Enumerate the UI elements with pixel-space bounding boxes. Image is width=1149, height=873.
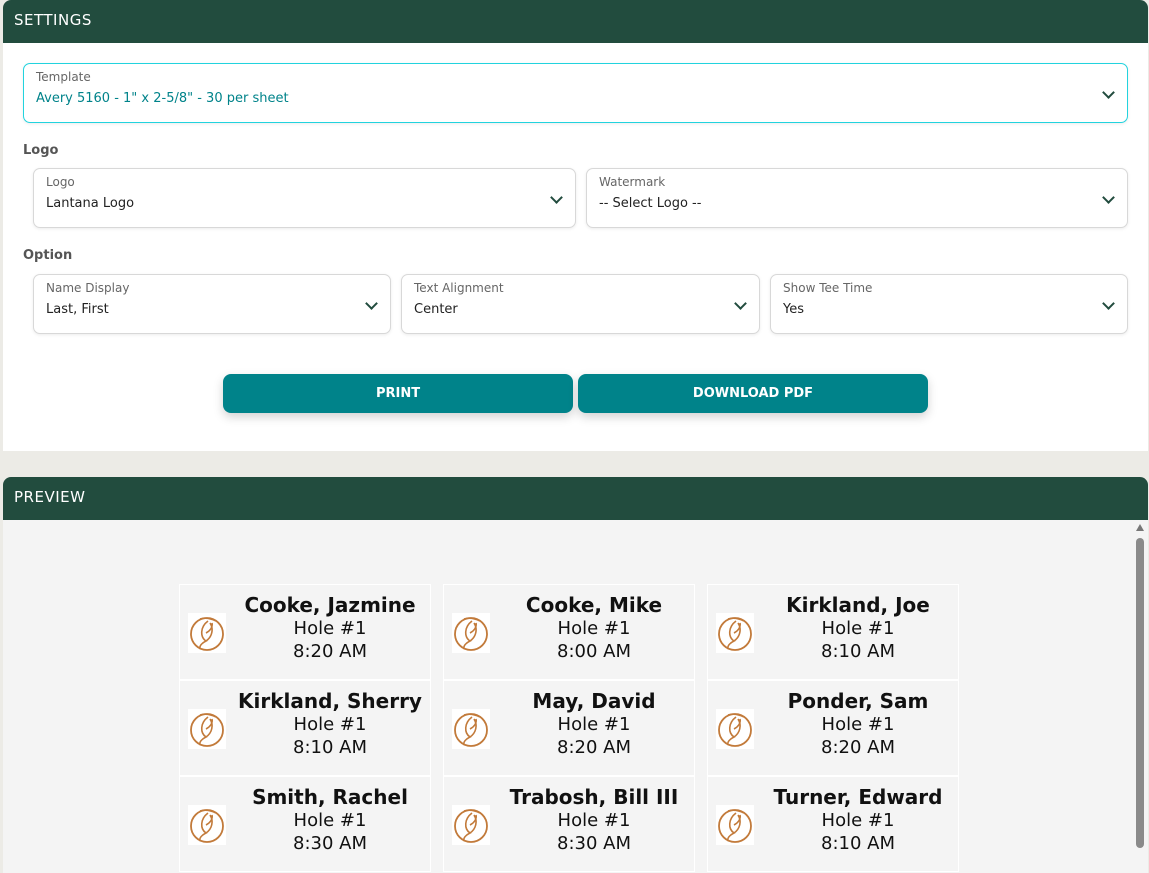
hole: Hole #1 (293, 618, 367, 639)
option-section-heading: Option (23, 248, 73, 263)
address-label: Cooke, Jazmine Hole #1 8:20 AM (179, 584, 431, 680)
tee-time: 8:10 AM (821, 833, 895, 854)
player-name: Ponder, Sam (787, 689, 929, 713)
player-name: May, David (532, 689, 656, 713)
template-label: Template (36, 70, 91, 84)
watermark-select[interactable]: Watermark -- Select Logo -- (586, 168, 1128, 228)
preview-title: PREVIEW (14, 488, 86, 506)
tee-time: 8:20 AM (557, 737, 631, 758)
preview-panel: Cooke, Jazmine Hole #1 8:20 AM Cooke, Mike H… (3, 520, 1148, 873)
settings-title: SETTINGS (14, 11, 92, 29)
label-text: Turner, Edward Hole #1 8:10 AM (758, 785, 958, 855)
tee-time: 8:20 AM (293, 641, 367, 662)
preview-header: PREVIEW (3, 477, 1148, 520)
address-label: Turner, Edward Hole #1 8:10 AM (707, 776, 959, 872)
address-label: May, David Hole #1 8:20 AM (443, 680, 695, 776)
tee-time: 8:10 AM (821, 641, 895, 662)
template-select[interactable]: Template Avery 5160 - 1" x 2-5/8" - 30 p… (23, 63, 1128, 123)
player-name: Kirkland, Sherry (238, 689, 422, 713)
watermark-label: Watermark (599, 175, 666, 189)
text-alignment-select[interactable]: Text Alignment Center (401, 274, 760, 334)
label-text: Smith, Rachel Hole #1 8:30 AM (230, 785, 430, 855)
hole: Hole #1 (821, 810, 895, 831)
logo-section-heading: Logo (23, 143, 59, 158)
lantana-logo-icon (188, 613, 226, 653)
lantana-logo-icon (452, 709, 490, 749)
label-text: Cooke, Mike Hole #1 8:00 AM (494, 593, 694, 663)
tee-time: 8:10 AM (293, 737, 367, 758)
address-label: Kirkland, Joe Hole #1 8:10 AM (707, 584, 959, 680)
text-alignment-label: Text Alignment (414, 281, 504, 295)
player-name: Cooke, Jazmine (244, 593, 416, 617)
label-text: Kirkland, Sherry Hole #1 8:10 AM (230, 689, 430, 759)
hole: Hole #1 (293, 714, 367, 735)
settings-panel: Template Avery 5160 - 1" x 2-5/8" - 30 p… (3, 43, 1148, 451)
hole: Hole #1 (557, 618, 631, 639)
name-display-value: Last, First (46, 302, 109, 317)
label-text: Kirkland, Joe Hole #1 8:10 AM (758, 593, 958, 663)
label-grid: Cooke, Jazmine Hole #1 8:20 AM Cooke, Mike H… (179, 584, 959, 872)
scrollbar-thumb[interactable] (1136, 538, 1144, 848)
settings-header: SETTINGS (3, 0, 1148, 43)
tee-time: 8:30 AM (293, 833, 367, 854)
address-label: Ponder, Sam Hole #1 8:20 AM (707, 680, 959, 776)
player-name: Kirkland, Joe (786, 593, 930, 617)
address-label: Trabosh, Bill III Hole #1 8:30 AM (443, 776, 695, 872)
tee-time: 8:00 AM (557, 641, 631, 662)
show-tee-time-select[interactable]: Show Tee Time Yes (770, 274, 1128, 334)
show-tee-time-label: Show Tee Time (783, 281, 873, 295)
hole: Hole #1 (557, 810, 631, 831)
download-pdf-button[interactable]: DOWNLOAD PDF (578, 374, 928, 413)
logo-label: Logo (46, 175, 75, 189)
label-text: Trabosh, Bill III Hole #1 8:30 AM (494, 785, 694, 855)
logo-select[interactable]: Logo Lantana Logo (33, 168, 576, 228)
scroll-up-arrow[interactable] (1136, 524, 1144, 531)
lantana-logo-icon (188, 709, 226, 749)
lantana-logo-icon (452, 805, 490, 845)
player-name: Smith, Rachel (252, 785, 408, 809)
name-display-select[interactable]: Name Display Last, First (33, 274, 391, 334)
hole: Hole #1 (557, 714, 631, 735)
player-name: Turner, Edward (773, 785, 943, 809)
lantana-logo-icon (716, 805, 754, 845)
label-text: Ponder, Sam Hole #1 8:20 AM (758, 689, 958, 759)
label-text: May, David Hole #1 8:20 AM (494, 689, 694, 759)
hole: Hole #1 (821, 618, 895, 639)
player-name: Trabosh, Bill III (509, 785, 679, 809)
lantana-logo-icon (452, 613, 490, 653)
address-label: Cooke, Mike Hole #1 8:00 AM (443, 584, 695, 680)
watermark-value: -- Select Logo -- (599, 196, 702, 211)
lantana-logo-icon (716, 613, 754, 653)
name-display-label: Name Display (46, 281, 130, 295)
tee-time: 8:20 AM (821, 737, 895, 758)
template-value: Avery 5160 - 1" x 2-5/8" - 30 per sheet (36, 91, 289, 106)
logo-value: Lantana Logo (46, 196, 135, 211)
tee-time: 8:30 AM (557, 833, 631, 854)
lantana-logo-icon (188, 805, 226, 845)
label-text: Cooke, Jazmine Hole #1 8:20 AM (230, 593, 430, 663)
hole: Hole #1 (293, 810, 367, 831)
address-label: Kirkland, Sherry Hole #1 8:10 AM (179, 680, 431, 776)
player-name: Cooke, Mike (525, 593, 663, 617)
print-button[interactable]: PRINT (223, 374, 573, 413)
lantana-logo-icon (716, 709, 754, 749)
show-tee-time-value: Yes (783, 302, 804, 317)
address-label: Smith, Rachel Hole #1 8:30 AM (179, 776, 431, 872)
text-alignment-value: Center (414, 302, 458, 317)
hole: Hole #1 (821, 714, 895, 735)
